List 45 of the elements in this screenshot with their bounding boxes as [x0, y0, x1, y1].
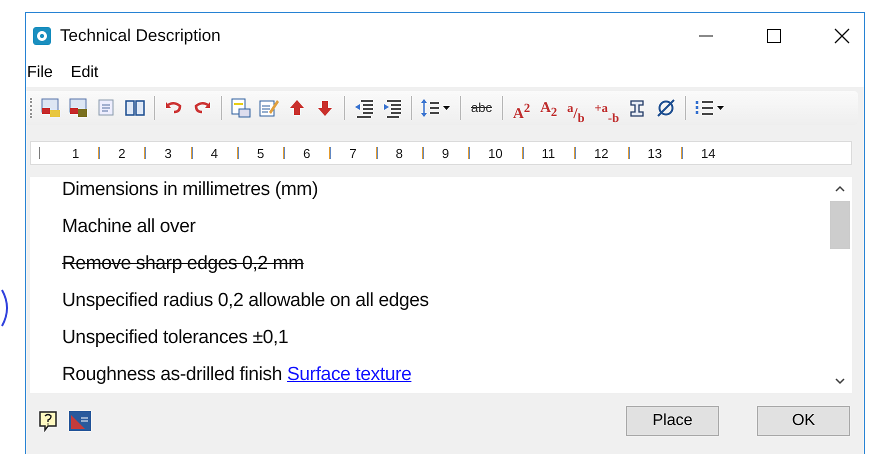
- menu-item[interactable]: File: [27, 64, 53, 82]
- scroll-down-icon[interactable]: [835, 377, 845, 385]
- ruler-number: 14: [700, 146, 716, 160]
- format-button[interactable]: A$_{2}$: [538, 96, 560, 120]
- ruler-number: 7: [348, 146, 358, 160]
- ruler-number: 4: [210, 146, 219, 160]
- line-spacing-icon[interactable]: [420, 97, 452, 119]
- menu-item[interactable]: Edit: [70, 64, 98, 82]
- edit-text-icon[interactable]: [258, 97, 280, 119]
- drawing-tool-icon[interactable]: [68, 410, 92, 432]
- scroll-thumb[interactable]: [830, 201, 850, 249]
- ruler-number: 11: [540, 146, 556, 160]
- ruler-number: 9: [440, 146, 450, 160]
- text-line: Unspecified tolerances ±0,1: [62, 326, 290, 350]
- text-link[interactable]: Surface texture: [287, 364, 412, 385]
- insert-text-icon[interactable]: [230, 97, 252, 119]
- ruler-number: 12: [593, 146, 610, 160]
- ruler-number: 1: [71, 146, 80, 160]
- diameter-icon[interactable]: [655, 97, 678, 119]
- open-file-icon[interactable]: [40, 97, 62, 119]
- ruler-number: 3: [163, 146, 173, 160]
- text-line: Remove sharp edges 0,2 mm: [62, 252, 305, 276]
- text-line: Unspecified radius 0,2 allowable on all edges: [62, 289, 430, 313]
- close-icon[interactable]: [834, 28, 850, 44]
- gear-icon: [32, 26, 52, 46]
- maximize-icon[interactable]: [766, 28, 782, 44]
- ruler[interactable]: 1 2 3 4 5 6 7 8 9 10 11 12 13 14: [30, 141, 852, 165]
- dialog-button[interactable]: OK: [757, 406, 850, 436]
- ruler-number: 10: [487, 146, 504, 160]
- help-icon[interactable]: [38, 410, 58, 432]
- format-button[interactable]: A$^{2}$: [510, 96, 532, 120]
- ruler-number: 13: [646, 146, 664, 160]
- save-file-icon[interactable]: [68, 97, 90, 119]
- dialog-button[interactable]: Place: [626, 406, 719, 436]
- format-button[interactable]: abc: [469, 96, 494, 120]
- ruler-number: 8: [394, 146, 404, 160]
- ruler-number: 6: [302, 146, 312, 160]
- text-line: Roughness as-drilled finish Surface texture: [62, 363, 412, 387]
- ruler-number: 5: [256, 146, 266, 160]
- text-line: Dimensions in millimetres (mm): [62, 178, 319, 202]
- ruler-number: 2: [117, 146, 126, 160]
- text-line: Machine all over: [62, 215, 197, 239]
- scroll-up-icon[interactable]: [835, 185, 845, 193]
- format-button[interactable]: $^{a}$/$_{b}$: [565, 96, 587, 120]
- window-title: Technical Description: [60, 26, 221, 46]
